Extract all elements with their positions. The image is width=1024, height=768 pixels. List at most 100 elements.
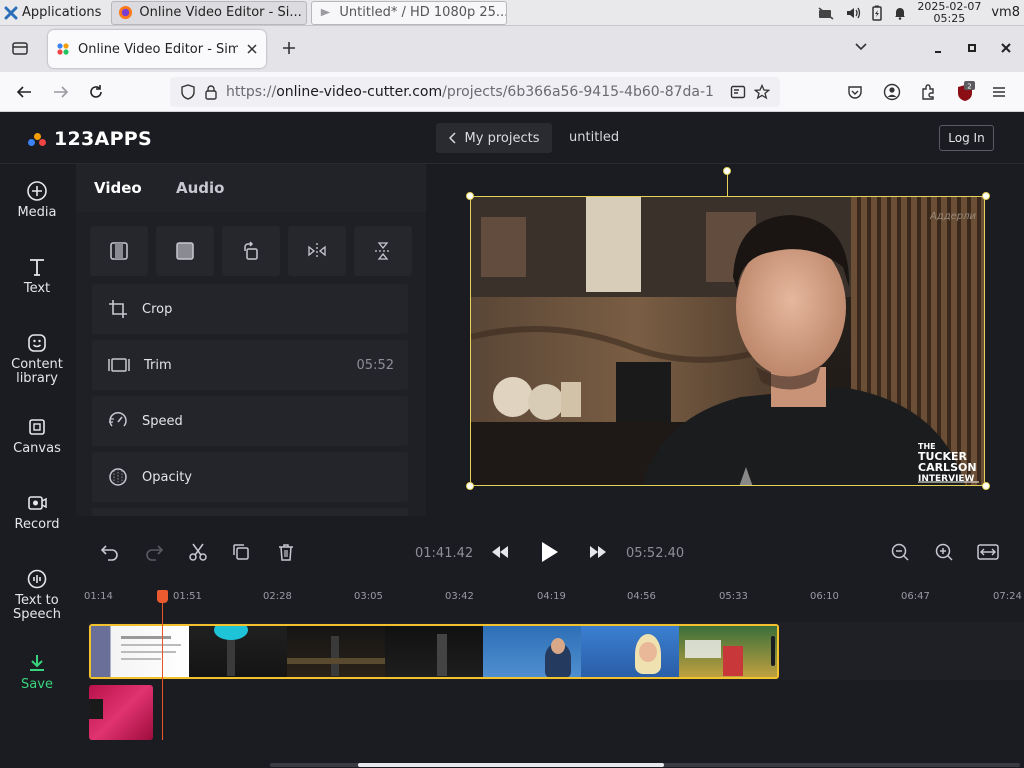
os-taskbar: Applications Online Video Editor - Si...… bbox=[0, 0, 1024, 26]
speed-tool[interactable]: Speed bbox=[92, 396, 408, 446]
secondary-clip[interactable] bbox=[89, 685, 153, 740]
bookmark-star-icon[interactable] bbox=[754, 84, 770, 100]
overlay-line-3: CARLSON bbox=[918, 461, 977, 474]
cut-scissors-icon[interactable] bbox=[188, 542, 208, 566]
player-controls: 01:41.42 05:52.40 bbox=[76, 532, 1024, 576]
battery-icon[interactable] bbox=[871, 5, 883, 21]
video-preview[interactable]: Аддерли THE TUCKER CARLSON INTERVIEW bbox=[470, 196, 985, 486]
opacity-tool[interactable]: Opacity bbox=[92, 452, 408, 502]
zoom-out-icon[interactable] bbox=[890, 542, 910, 566]
ruler-tick: 06:47 bbox=[901, 591, 930, 602]
window-close-icon[interactable] bbox=[1000, 42, 1012, 54]
fit-button[interactable] bbox=[90, 226, 148, 276]
reload-icon[interactable] bbox=[87, 83, 105, 101]
resize-handle-bottom-right[interactable] bbox=[982, 482, 990, 490]
url-scheme: https:// bbox=[226, 84, 277, 100]
fast-forward-icon[interactable] bbox=[588, 542, 608, 566]
trim-tool[interactable]: Trim 05:52 bbox=[92, 340, 408, 390]
sticker-icon bbox=[26, 332, 48, 354]
maximize-icon[interactable] bbox=[966, 42, 978, 54]
ublock-extension-icon[interactable]: 2 bbox=[955, 81, 975, 103]
volume-icon[interactable] bbox=[845, 6, 861, 20]
redo-icon[interactable] bbox=[144, 542, 164, 566]
delete-trash-icon[interactable] bbox=[276, 542, 296, 566]
forward-arrow-icon[interactable] bbox=[52, 84, 70, 100]
rotate-handle[interactable] bbox=[723, 167, 731, 175]
url-text[interactable]: https://online-video-cutter.com/projects… bbox=[226, 84, 722, 100]
extensions-icon[interactable] bbox=[919, 83, 937, 101]
tracking-shield-icon[interactable] bbox=[180, 84, 196, 100]
ruler-tick: 07:24 bbox=[993, 591, 1022, 602]
speedometer-icon bbox=[108, 411, 128, 431]
my-projects-label: My projects bbox=[464, 130, 540, 146]
new-tab-icon[interactable] bbox=[281, 40, 297, 56]
timeline-scrollbar-thumb[interactable] bbox=[358, 763, 664, 767]
reader-view-icon[interactable] bbox=[730, 84, 746, 100]
rewind-icon[interactable] bbox=[490, 542, 510, 566]
back-arrow-icon[interactable] bbox=[15, 84, 33, 100]
app-header: 123APPS My projects untitled Log In bbox=[0, 112, 1024, 164]
clip-thumbnail bbox=[91, 626, 189, 677]
duplicate-icon[interactable] bbox=[231, 542, 251, 566]
tab-video[interactable]: Video bbox=[94, 179, 142, 197]
clip-thumbnail bbox=[483, 626, 581, 677]
browser-tab-active[interactable]: Online Video Editor - Sim bbox=[48, 30, 266, 68]
my-projects-button[interactable]: My projects bbox=[436, 123, 552, 153]
tab-title: Online Video Editor - Sim bbox=[78, 41, 238, 57]
sidebar-item-content-library[interactable]: Content library bbox=[0, 332, 74, 386]
clock[interactable]: 2025-02-07 05:25 bbox=[917, 0, 981, 25]
ruler-tick: 03:05 bbox=[354, 591, 383, 602]
sidebar-item-record[interactable]: Record bbox=[0, 492, 74, 532]
crop-tool[interactable]: Crop bbox=[92, 284, 408, 334]
address-bar[interactable]: https://online-video-cutter.com/projects… bbox=[170, 77, 780, 107]
browser-nav-bar: https://online-video-cutter.com/projects… bbox=[0, 72, 1024, 112]
hamburger-menu-icon[interactable] bbox=[991, 84, 1007, 100]
sidebar-item-text-to-speech[interactable]: Text to Speech bbox=[0, 568, 74, 622]
resize-handle-top-left[interactable] bbox=[466, 192, 474, 200]
video-clip[interactable] bbox=[89, 624, 779, 679]
fill-button[interactable] bbox=[156, 226, 214, 276]
flip-horizontal-button[interactable] bbox=[288, 226, 346, 276]
sidebar-item-media[interactable]: Media bbox=[0, 180, 74, 220]
rotate-button[interactable] bbox=[222, 226, 280, 276]
sidebar-item-text[interactable]: Text bbox=[0, 256, 74, 296]
sidebar-item-save[interactable]: Save bbox=[0, 652, 74, 692]
app-logo[interactable]: 123APPS bbox=[28, 128, 152, 150]
ruler-tick: 01:14 bbox=[84, 591, 113, 602]
ruler-tick: 01:51 bbox=[173, 591, 202, 602]
tab-close-icon[interactable] bbox=[246, 43, 258, 55]
flip-vertical-button[interactable] bbox=[354, 226, 412, 276]
project-name[interactable]: untitled bbox=[569, 130, 619, 145]
network-icon[interactable] bbox=[817, 6, 835, 20]
notification-bell-icon[interactable] bbox=[893, 5, 907, 20]
panel-tabs: Video Audio bbox=[76, 164, 426, 212]
crop-icon bbox=[108, 299, 128, 319]
pocket-icon[interactable] bbox=[847, 84, 863, 100]
play-icon[interactable] bbox=[538, 540, 560, 568]
task-editor[interactable]: Untitled* / HD 1080p 25... bbox=[311, 0, 508, 25]
task-firefox[interactable]: Online Video Editor - Si... bbox=[111, 0, 308, 25]
timeline-ruler[interactable]: 01:14 01:51 02:28 03:05 03:42 04:19 04:5… bbox=[84, 586, 1024, 610]
ruler-tick: 02:28 bbox=[263, 591, 292, 602]
applications-menu[interactable]: Applications bbox=[0, 0, 107, 26]
login-button[interactable]: Log In bbox=[939, 125, 994, 151]
sidebar-item-canvas[interactable]: Canvas bbox=[0, 416, 74, 456]
minimize-icon[interactable] bbox=[932, 44, 944, 54]
user-name[interactable]: vm8 bbox=[991, 5, 1020, 20]
record-icon bbox=[26, 492, 48, 514]
resize-handle-bottom-left[interactable] bbox=[466, 482, 474, 490]
sidebar-item-label: Content library bbox=[11, 357, 63, 386]
account-icon[interactable] bbox=[883, 83, 901, 101]
zoom-in-icon[interactable] bbox=[934, 542, 954, 566]
fit-timeline-icon[interactable] bbox=[976, 542, 1000, 566]
tab-audio[interactable]: Audio bbox=[176, 179, 224, 197]
resize-handle-top-right[interactable] bbox=[982, 192, 990, 200]
playhead-handle[interactable] bbox=[157, 590, 168, 603]
tab-list-chevron-icon[interactable] bbox=[854, 42, 868, 52]
xfce-logo-icon bbox=[4, 6, 18, 20]
undo-icon[interactable] bbox=[100, 542, 120, 566]
tab-overview-icon[interactable] bbox=[11, 40, 29, 56]
applications-label: Applications bbox=[22, 5, 102, 20]
clip-trim-handle[interactable] bbox=[771, 636, 775, 666]
lock-icon[interactable] bbox=[204, 84, 218, 100]
